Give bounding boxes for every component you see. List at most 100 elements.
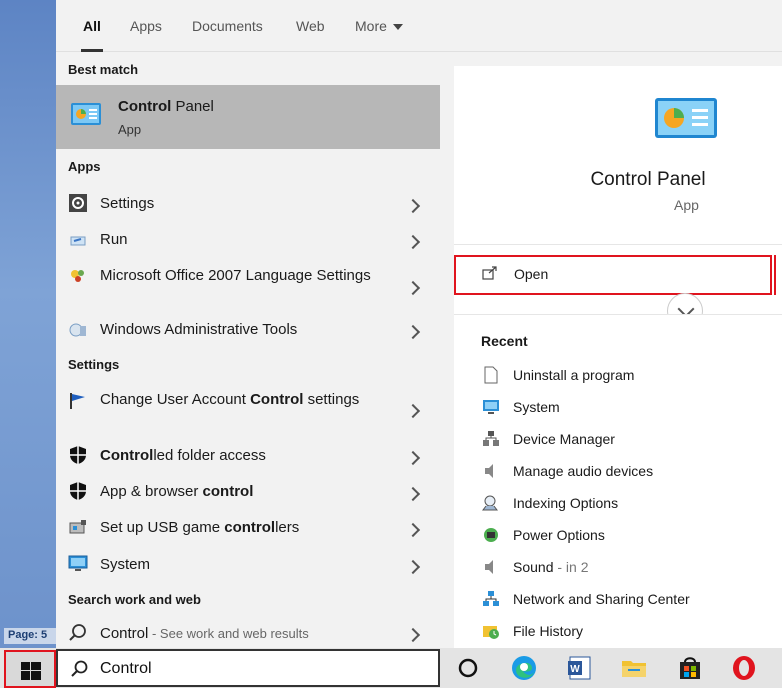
chevron-right-icon[interactable] [405,559,421,575]
tab-apps[interactable]: Apps [130,0,162,52]
setting-item-label: Change User Account Control settings [100,391,360,408]
section-apps: Apps [68,159,101,174]
chevron-right-icon[interactable] [405,522,421,538]
file-explorer-icon[interactable] [620,654,648,682]
taskbar-search-box[interactable] [56,649,440,687]
recent-item-label: Device Manager [513,431,615,447]
admin-tools-icon [69,323,86,337]
speaker-icon [485,560,493,574]
chevron-right-icon[interactable] [405,198,421,214]
preview-subtitle: App [674,197,699,213]
control-panel-icon [71,103,101,125]
best-match-control-panel[interactable]: Control Panel App [56,85,440,149]
app-item-label: Microsoft Office 2007 Language Settings [100,267,371,284]
recent-item-label: Power Options [513,527,605,543]
chevron-right-icon[interactable] [405,280,421,296]
recent-item-label: File History [513,623,584,639]
section-best-match: Best match [68,62,139,77]
cortana-icon[interactable] [454,654,482,682]
gear-icon [69,194,87,212]
setting-item-app-browser-control[interactable]: App & browser control [56,476,440,508]
store-icon[interactable] [676,654,704,682]
recent-item-power-options[interactable]: Power Options [454,523,782,553]
opera-icon[interactable] [730,654,758,682]
shield-icon [70,482,86,500]
svg-text:W: W [570,664,580,675]
recent-item-audio-devices[interactable]: Manage audio devices [454,459,782,489]
preview-title: Control Panel [590,169,706,190]
file-history-icon [483,626,499,639]
recent-item-sound[interactable]: Sound - in 2 [454,555,782,585]
chevron-down-icon [392,24,403,31]
tab-all[interactable]: All [81,0,103,52]
chevron-right-icon[interactable] [405,486,421,502]
edge-icon[interactable] [510,654,538,682]
app-item-office-language-settings[interactable]: Microsoft Office 2007 Language Settings [56,260,440,316]
recent-item-uninstall[interactable]: Uninstall a program [454,363,782,393]
section-search-web: Search work and web [68,592,201,607]
recent-item-label: Manage audio devices [513,463,654,479]
windows-logo-icon [21,662,41,680]
open-label: Open [514,266,549,282]
app-item-label: Settings [100,195,155,212]
page-indicator: Page: 5 [4,628,56,644]
setting-item-label: Controlled folder access [100,447,266,464]
tab-more[interactable]: More [355,0,403,52]
tab-web[interactable]: Web [296,0,325,52]
recent-item-label: Network and Sharing Center [513,591,690,607]
desktop-background: Page: 5 [0,0,56,648]
results-list: Best match Control Panel App Apps Settin… [56,53,440,648]
app-item-admin-tools[interactable]: Windows Administrative Tools [56,314,440,348]
recent-list: Recent Uninstall a program System Device… [454,314,782,648]
setting-item-usb-game-controllers[interactable]: Set up USB game controllers [56,512,440,544]
tab-more-label: More [355,18,387,34]
recent-item-device-manager[interactable]: Device Manager [454,427,782,457]
chevron-right-icon[interactable] [405,403,421,419]
monitor-icon [483,400,499,414]
setting-item-controlled-folder-access[interactable]: Controlled folder access [56,440,440,472]
flag-icon [70,393,85,409]
device-manager-icon [483,431,499,446]
web-search-label: Control - See work and web results [100,625,309,642]
chevron-right-icon[interactable] [405,234,421,250]
search-icon [69,624,86,641]
shield-icon [70,446,86,464]
web-search-item[interactable]: Control - See work and web results [56,618,440,648]
preview-header: Control Panel App [454,66,782,244]
start-button[interactable] [4,650,56,688]
setting-item-uac[interactable]: Change User Account Control settings [56,386,440,436]
chevron-right-icon[interactable] [405,324,421,340]
document-icon [484,366,498,384]
section-settings: Settings [68,357,120,372]
chevron-right-icon[interactable] [405,450,421,466]
recent-item-file-history[interactable]: File History [454,619,782,649]
search-input[interactable] [100,657,420,681]
recent-title: Recent [481,333,528,349]
recent-item-label: Uninstall a program [513,367,635,383]
power-icon [484,528,498,542]
search-menu: All Apps Documents Web More Best match C… [56,0,782,648]
recent-item-indexing-options[interactable]: Indexing Options [454,491,782,521]
app-item-run[interactable]: Run [56,224,440,258]
recent-item-network-sharing[interactable]: Network and Sharing Center [454,587,782,617]
search-tabs: All Apps Documents Web More [56,0,782,52]
setting-item-label: System [100,556,151,573]
control-panel-icon [655,98,717,138]
taskbar: W [0,648,782,688]
recent-item-label: Sound - in 2 [513,559,589,575]
usb-game-icon [69,520,86,534]
open-external-icon [482,266,497,280]
app-item-settings[interactable]: Settings [56,188,440,222]
recent-item-system[interactable]: System [454,395,782,425]
office-language-icon [71,270,84,282]
best-match-subtitle: App [118,122,142,137]
tab-documents[interactable]: Documents [192,0,263,52]
word-icon[interactable]: W [566,654,594,682]
run-icon [70,236,86,246]
search-icon [71,660,88,677]
app-item-label: Run [100,231,128,248]
setting-item-system[interactable]: System [56,549,440,581]
recent-item-label: System [513,399,560,415]
open-button[interactable]: Open [454,255,772,295]
chevron-right-icon[interactable] [405,627,421,643]
